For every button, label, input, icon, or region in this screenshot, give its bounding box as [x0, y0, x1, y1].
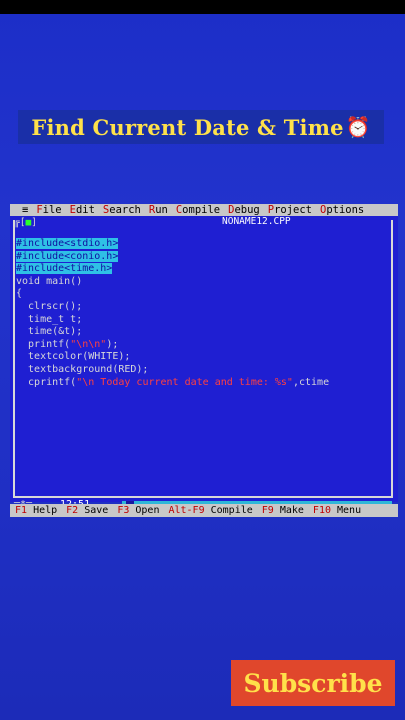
code-line[interactable]: clrscr(); [16, 301, 386, 314]
key-shortcut: F3 [117, 505, 130, 516]
title-banner: Find Current Date & Time ⏰ [18, 110, 384, 144]
code-text: textbackground(RED); [16, 363, 149, 375]
key-shortcut: F10 [312, 505, 331, 516]
key-shortcut: F2 [66, 505, 79, 516]
menu-edit[interactable]: Edit [70, 204, 95, 216]
menu-debug[interactable]: Debug [228, 204, 260, 216]
string-literal: "\n Today current date and time: %s" [76, 376, 293, 388]
code-text: cprintf( [16, 376, 77, 388]
key-shortcut: F1 [15, 505, 28, 516]
key-label: Open [129, 505, 160, 516]
key-shortcut: Alt-F9 [168, 505, 205, 516]
editor-window[interactable]: ╔[■] NONAME12.CPP #include<stdio.h> #incl… [10, 216, 398, 510]
code-line[interactable]: #include<conio.h> [16, 250, 386, 264]
key-label: Save [78, 505, 109, 516]
code-text: printf( [16, 338, 71, 350]
menu-label: ile [42, 204, 62, 216]
menu-compile[interactable]: Compile [176, 204, 220, 216]
code-text: clrscr(); [16, 300, 83, 312]
key-menu[interactable]: F10 Menu [313, 504, 361, 517]
code-line[interactable]: { [16, 288, 386, 301]
code-line[interactable]: void main() [16, 276, 386, 289]
top-letterbox [0, 0, 405, 14]
code-text: ); [106, 338, 119, 350]
key-make[interactable]: F9 Make [262, 504, 304, 517]
code-line[interactable]: time(&t); [16, 326, 386, 339]
menu-label: roject [274, 204, 312, 216]
menu-bar: ≡ File Edit Search Run Compile Debug Project Opt… [10, 204, 398, 216]
code-line[interactable]: cprintf("\n Today current date and time:… [16, 377, 386, 390]
code-line[interactable]: printf("\n\n"); [16, 339, 386, 352]
menu-file[interactable]: File [36, 204, 61, 216]
menu-label: un [155, 204, 168, 216]
code-text: { [16, 288, 23, 300]
code-text: void main() [16, 275, 83, 287]
subscribe-button[interactable]: Subscribe [231, 660, 395, 706]
function-key-bar: F1 Help F2 Save F3 Open Alt-F9 Compile F9 Ma… [10, 504, 398, 517]
key-open[interactable]: F3 Open [117, 504, 159, 517]
code-line[interactable]: time_t t; [16, 314, 386, 327]
code-line[interactable]: textbackground(RED); [16, 364, 386, 377]
key-label: Make [273, 505, 304, 516]
code-line[interactable]: textcolor(WHITE); [16, 351, 386, 364]
selected-code: #include<stdio.h> [16, 238, 119, 249]
key-help[interactable]: F1 Help [15, 504, 57, 517]
string-literal: "\n\n" [70, 338, 107, 350]
selected-code: #include<conio.h> [16, 250, 119, 262]
turbo-cpp-ide: ≡ File Edit Search Run Compile Debug Project Opt… [10, 204, 398, 518]
code-text: textcolor(WHITE); [16, 351, 131, 363]
key-label: Help [27, 505, 58, 516]
menu-label: earch [109, 204, 141, 216]
menu-options[interactable]: Options [320, 204, 364, 216]
key-label: Compile [204, 505, 253, 516]
system-menu[interactable]: ≡ [22, 204, 28, 216]
code-area[interactable]: #include<stdio.h> #include<conio.h> #inclu… [16, 238, 386, 389]
menu-label: dit [75, 204, 95, 216]
menu-label: ebug [234, 204, 260, 216]
selected-code: #include<time.h> [16, 263, 113, 275]
menu-run[interactable]: Run [149, 204, 168, 216]
code-line[interactable]: #include<time.h> [16, 263, 386, 276]
alarm-clock-icon: ⏰ [345, 115, 371, 139]
code-text: time_t t; [16, 313, 83, 325]
menu-label: ompile [182, 204, 221, 216]
file-name: NONAME12.CPP [220, 216, 293, 227]
key-compile[interactable]: Alt-F9 Compile [168, 504, 252, 517]
menu-label: ptions [326, 204, 365, 216]
key-save[interactable]: F2 Save [66, 504, 108, 517]
code-text: ,ctime [292, 376, 330, 388]
key-shortcut: F9 [261, 505, 274, 516]
video-title: Find Current Date & Time [31, 114, 344, 140]
key-label: Menu [330, 505, 362, 516]
code-text: time(&t); [16, 326, 83, 338]
frame-right: ] [31, 217, 37, 228]
menu-search[interactable]: Search [103, 204, 141, 216]
window-controls: ╔[■] [14, 218, 37, 228]
video-frame: Find Current Date & Time ⏰ ≡ File Edit Sear… [0, 0, 405, 720]
menu-project[interactable]: Project [268, 204, 312, 216]
frame-left: ╔[ [14, 217, 26, 228]
code-line[interactable]: #include<stdio.h> [16, 238, 386, 251]
